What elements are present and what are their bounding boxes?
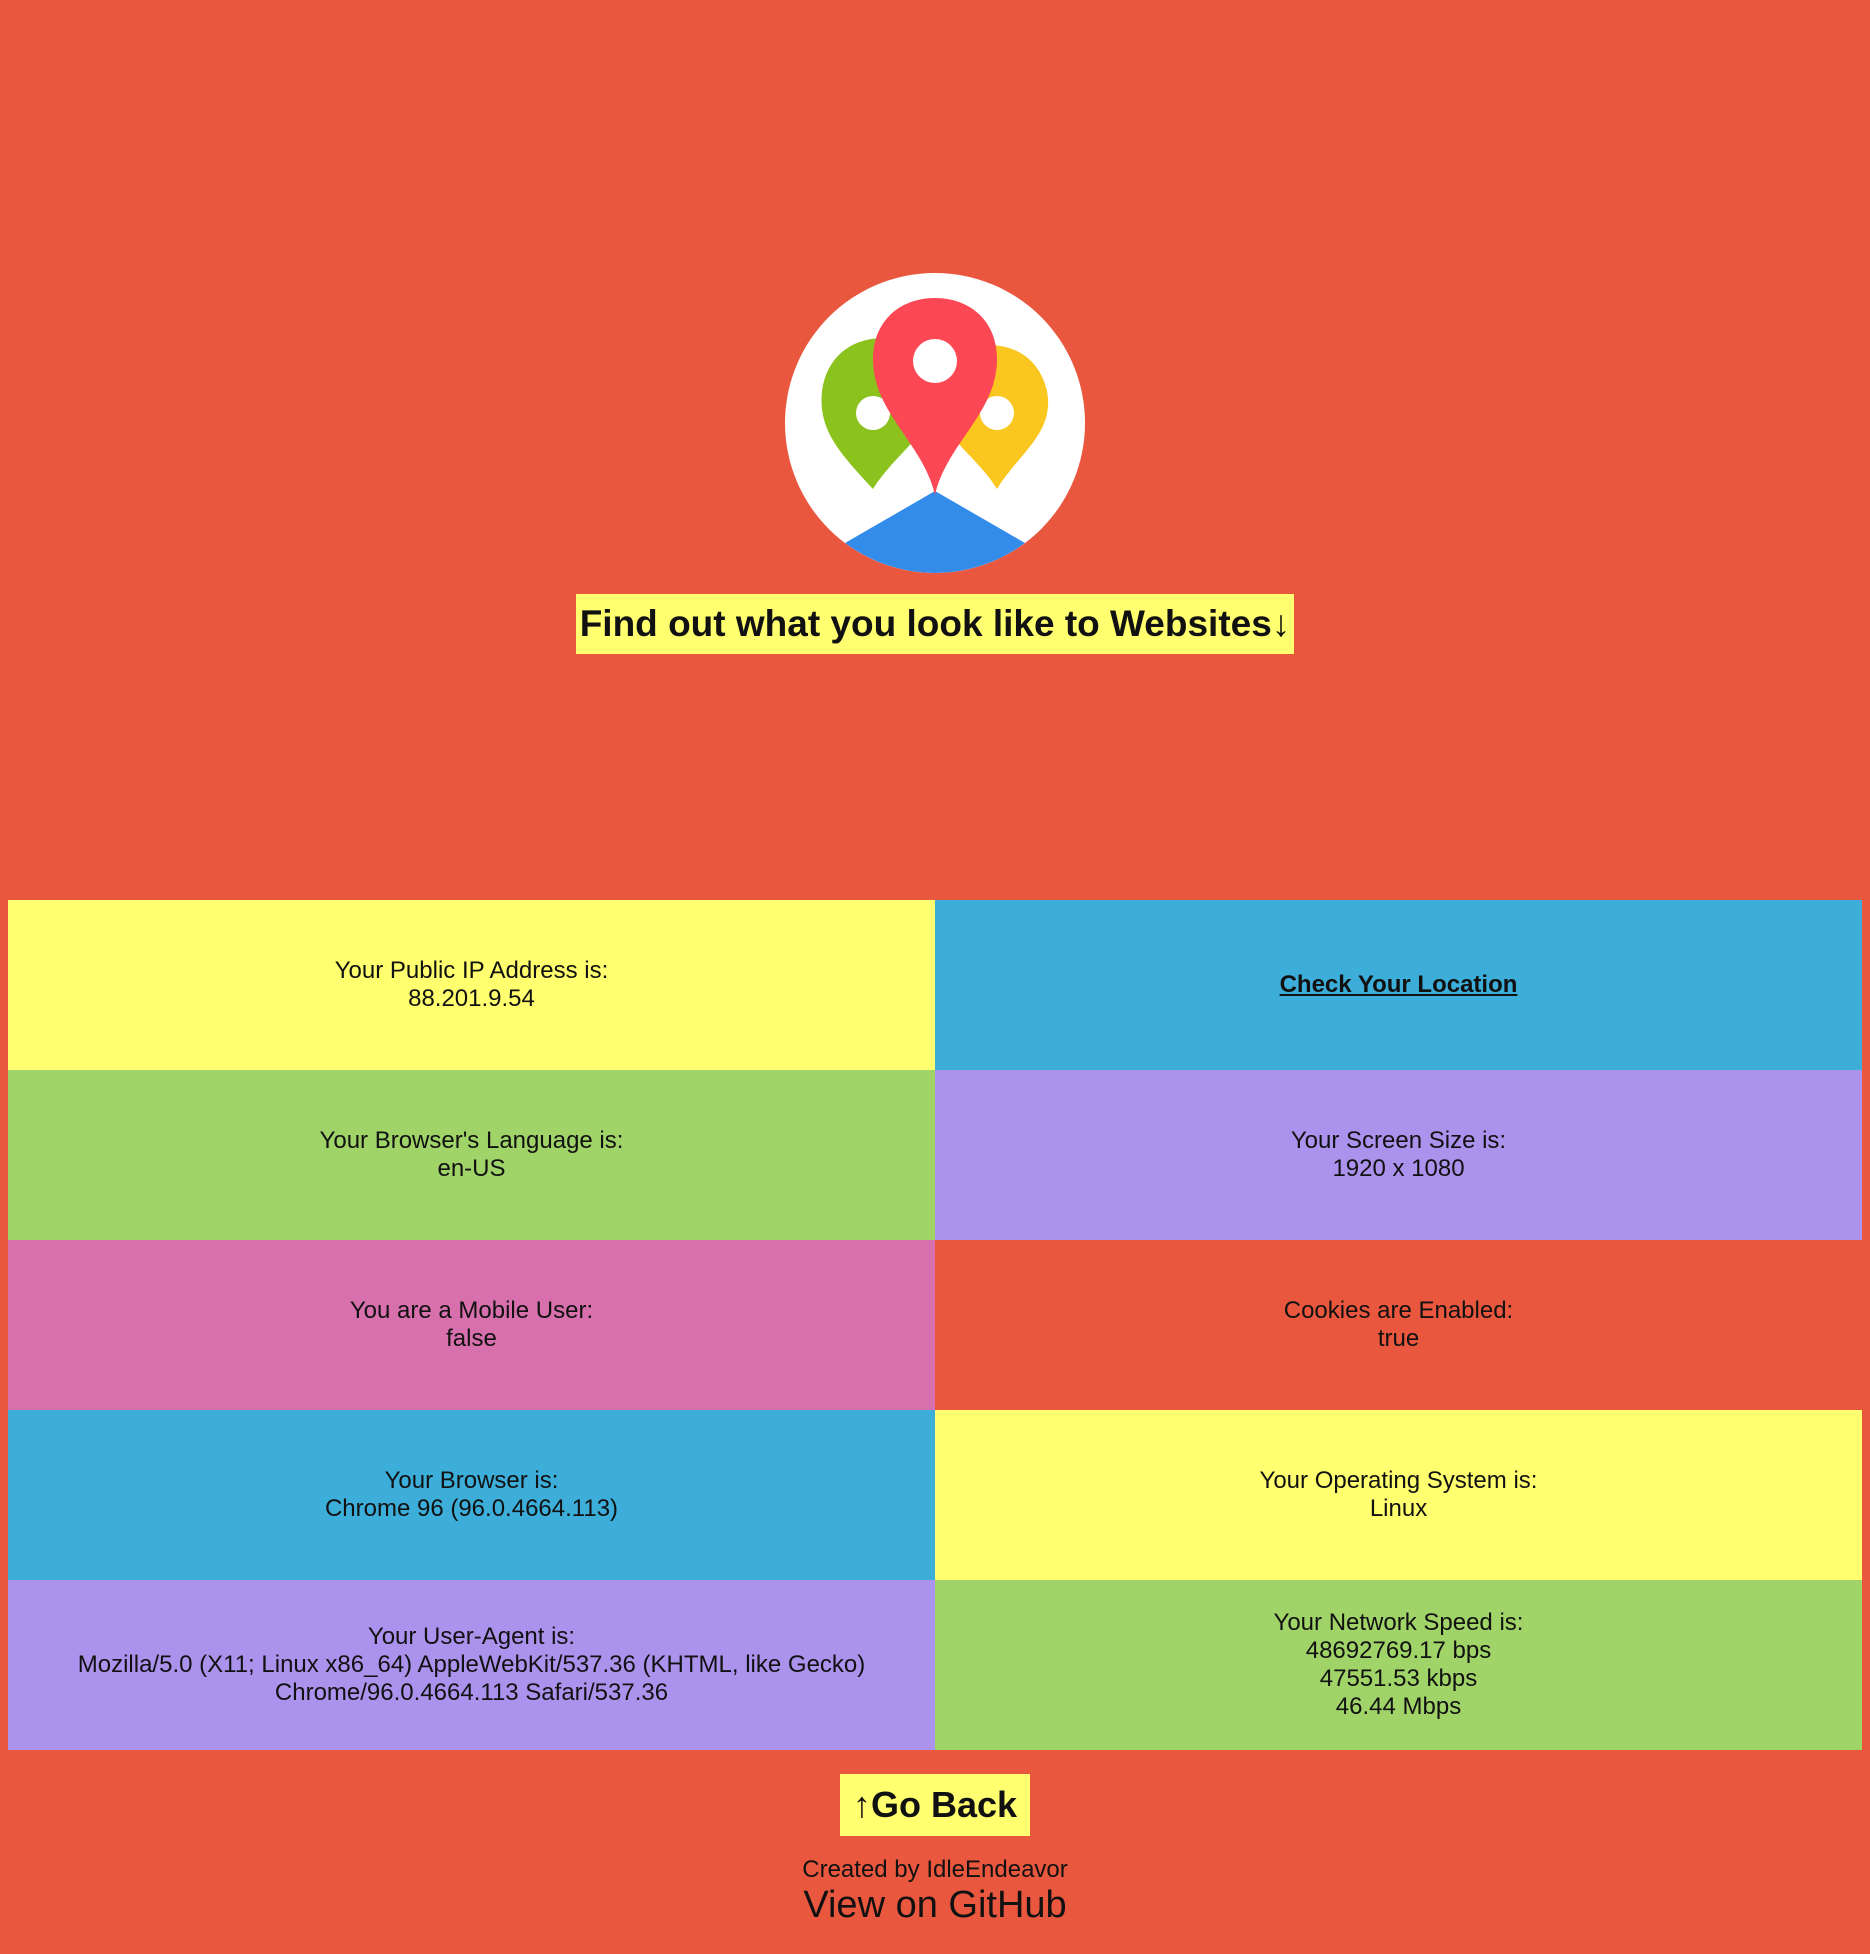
cell-label: Your Browser is:: [384, 1467, 559, 1494]
cell-value: 47551.53 kbps: [1319, 1665, 1478, 1692]
cell-network-speed: Your Network Speed is: 48692769.17 bps 4…: [935, 1580, 1862, 1750]
cell-value: 1920 x 1080: [1332, 1155, 1465, 1182]
cell-mobile-user: You are a Mobile User: false: [8, 1240, 935, 1410]
cell-browser: Your Browser is: Chrome 96 (96.0.4664.11…: [8, 1410, 935, 1580]
cell-label: You are a Mobile User:: [349, 1297, 594, 1324]
tagline-text: Find out what you look like to Websites: [579, 603, 1272, 644]
cell-value: true: [1377, 1325, 1420, 1352]
cell-value: false: [446, 1325, 497, 1352]
go-back-label: Go Back: [870, 1784, 1018, 1825]
cell-public-ip: Your Public IP Address is: 88.201.9.54: [8, 900, 935, 1070]
cell-user-agent: Your User-Agent is: Mozilla/5.0 (X11; Li…: [8, 1580, 935, 1750]
cell-label: Cookies are Enabled:: [1283, 1297, 1514, 1324]
cell-value: Linux: [1369, 1495, 1428, 1522]
cell-cookies-enabled: Cookies are Enabled: true: [935, 1240, 1862, 1410]
tagline-button[interactable]: Find out what you look like to Websites …: [576, 594, 1294, 654]
cell-label: Your Network Speed is:: [1273, 1609, 1524, 1636]
cell-value: 46.44 Mbps: [1335, 1693, 1462, 1720]
check-location-link[interactable]: Check Your Location: [1280, 971, 1518, 999]
cell-value: 48692769.17 bps: [1305, 1637, 1492, 1664]
cell-label: Your Screen Size is:: [1290, 1127, 1507, 1154]
map-pins-icon: [785, 273, 1085, 573]
hero-section: Find out what you look like to Websites …: [0, 0, 1870, 900]
cell-label: Your Browser's Language is:: [319, 1127, 624, 1154]
cell-value: en-US: [437, 1155, 506, 1182]
cell-label: Your User-Agent is:: [367, 1623, 576, 1650]
cell-label: Your Public IP Address is:: [334, 957, 609, 984]
github-link[interactable]: View on GitHub: [0, 1884, 1870, 1926]
footer: ↑ Go Back Created by IdleEndeavor View o…: [0, 1774, 1870, 1926]
cell-value: 88.201.9.54: [408, 985, 535, 1012]
credit-text: Created by IdleEndeavor: [802, 1856, 1068, 1883]
cell-browser-language: Your Browser's Language is: en-US: [8, 1070, 935, 1240]
cell-value: Chrome/96.0.4664.113 Safari/537.36: [274, 1679, 669, 1706]
cell-value: Chrome 96 (96.0.4664.113): [324, 1495, 619, 1522]
arrow-up-icon: ↑: [852, 1784, 871, 1825]
info-grid: Your Public IP Address is: 88.201.9.54 C…: [8, 900, 1862, 1750]
go-back-button[interactable]: ↑ Go Back: [840, 1774, 1030, 1836]
arrow-down-icon: ↓: [1271, 603, 1291, 644]
cell-value: Mozilla/5.0 (X11; Linux x86_64) AppleWeb…: [77, 1651, 866, 1678]
cell-operating-system: Your Operating System is: Linux: [935, 1410, 1862, 1580]
cell-screen-size: Your Screen Size is: 1920 x 1080: [935, 1070, 1862, 1240]
cell-label: Your Operating System is:: [1259, 1467, 1538, 1494]
cell-check-location: Check Your Location: [935, 900, 1862, 1070]
